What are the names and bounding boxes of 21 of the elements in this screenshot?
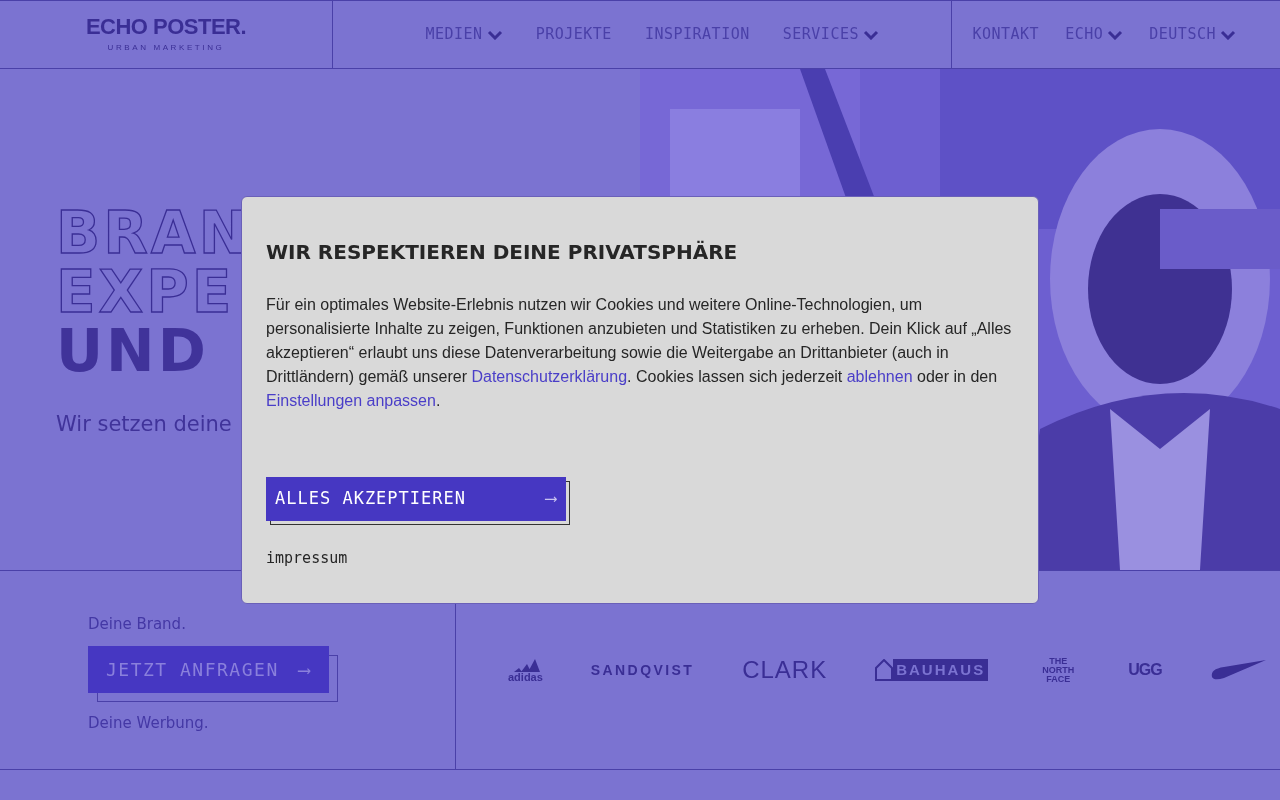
brand-logo: SANDQVIST bbox=[590, 660, 695, 680]
imprint-link[interactable]: impressum bbox=[266, 547, 348, 570]
swoosh-logo-icon bbox=[1209, 659, 1268, 681]
brand-logo: BAUHAUS bbox=[875, 658, 989, 682]
house-icon bbox=[875, 659, 894, 681]
brand-logo: THE NORTH FACE bbox=[1041, 656, 1076, 684]
brand-logo: adidas bbox=[508, 657, 543, 683]
brand-logo: UGG bbox=[1128, 660, 1162, 680]
hero-heading-line: UND bbox=[56, 322, 209, 381]
tagline-text: Deine Brand. bbox=[88, 614, 187, 635]
hero-heading-line: EXPE bbox=[56, 263, 235, 322]
hero-subtitle: Wir setzen deine bbox=[56, 411, 233, 438]
logo-tagline: URBAN MARKETING bbox=[107, 41, 225, 54]
logo-title[interactable]: ECHO POSTER. bbox=[85, 15, 247, 38]
brand-logo: CLARK bbox=[742, 655, 828, 685]
text-link[interactable]: ablehnen bbox=[846, 368, 913, 385]
consent-text: Für ein optimales Website-Erlebnis nutzen wir Cookies und weitere Online-Technologien, um personalisierte Inhalte zu zeigen, Funktionen anzubieten und Statistiken zu erheben. Dein Klick auf „Alles akzeptieren“ erlaubt uns diese Datenverarbeitung sowie die Weitergabe an Drittanbieter (auch in Drittländern) gemäß unserer Datenschutzerklärung. Cookies lassen sich jederzeit ablehnen oder in den Einstellungen anpassen. bbox=[266, 295, 1013, 411]
dialog-title: WIR RESPEKTIEREN DEINE PRIVATSPHÄRE bbox=[266, 239, 739, 266]
tagline-text: Deine Werbung. bbox=[88, 712, 210, 734]
text-link[interactable]: Einstellungen anpassen bbox=[266, 392, 436, 409]
text-link[interactable]: Datenschutzerklärung bbox=[471, 368, 628, 385]
